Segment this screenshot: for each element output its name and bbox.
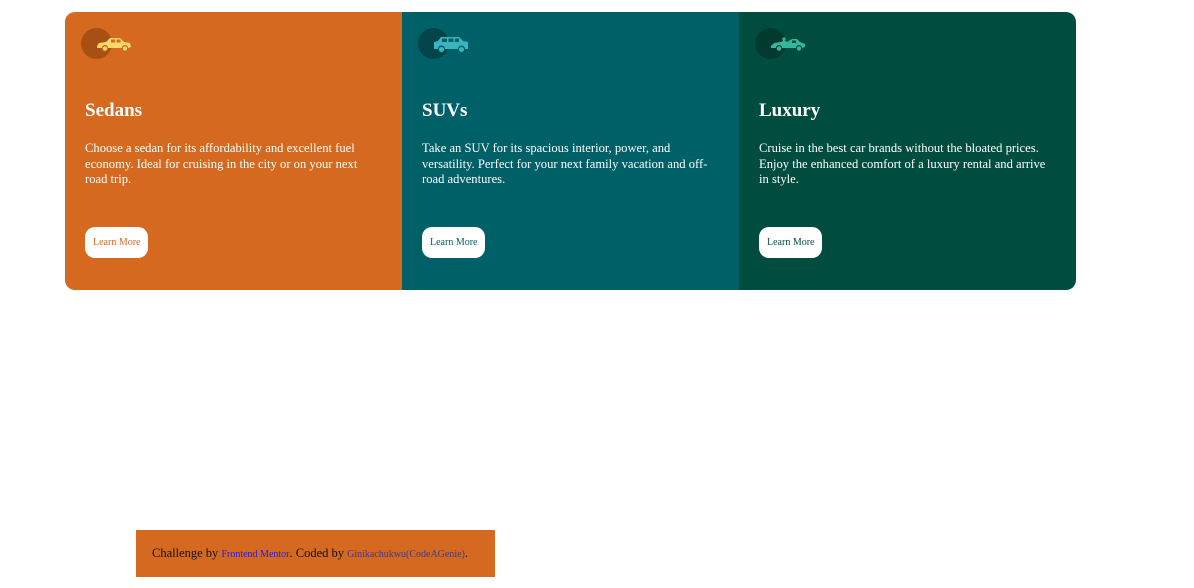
card-title: Sedans xyxy=(85,100,143,121)
luxury-car-icon-svg xyxy=(771,37,805,52)
suv-car-icon xyxy=(418,28,474,60)
learn-more-button-luxury[interactable]: Learn More xyxy=(759,227,823,258)
sedan-car-icon xyxy=(81,28,137,60)
card-luxury: Luxury Cruise in the best car brands wit… xyxy=(739,12,1076,290)
suv-car-icon-svg xyxy=(434,37,468,53)
frontend-mentor-link[interactable]: Frontend Mentor xyxy=(221,549,289,560)
card-description: Take an SUV for its spacious interior, p… xyxy=(422,141,708,186)
car-category-cards: Sedans Choose a sedan for its affordabil… xyxy=(65,12,1076,290)
card-description: Cruise in the best car brands without th… xyxy=(759,141,1046,186)
author-link[interactable]: Ginikachukwu(CodeAGenie) xyxy=(347,549,465,560)
attribution-prefix: Challenge by xyxy=(152,546,222,560)
attribution-footer: Challenge by Frontend Mentor. Coded by G… xyxy=(136,530,495,577)
learn-more-button-suvs[interactable]: Learn More xyxy=(422,227,486,258)
sedan-car-icon-svg xyxy=(97,38,131,52)
attribution-suffix: . xyxy=(464,546,468,560)
attribution-middle: . Coded by xyxy=(289,546,348,560)
learn-more-button-sedans[interactable]: Learn More xyxy=(85,227,149,258)
card-description: Choose a sedan for its affordability and… xyxy=(85,141,358,186)
card-suvs: SUVs Take an SUV for its spacious interi… xyxy=(402,12,739,290)
card-title: Luxury xyxy=(759,100,821,121)
card-sedans: Sedans Choose a sedan for its affordabil… xyxy=(65,12,402,290)
luxury-car-icon xyxy=(755,28,811,60)
card-title: SUVs xyxy=(422,100,468,121)
